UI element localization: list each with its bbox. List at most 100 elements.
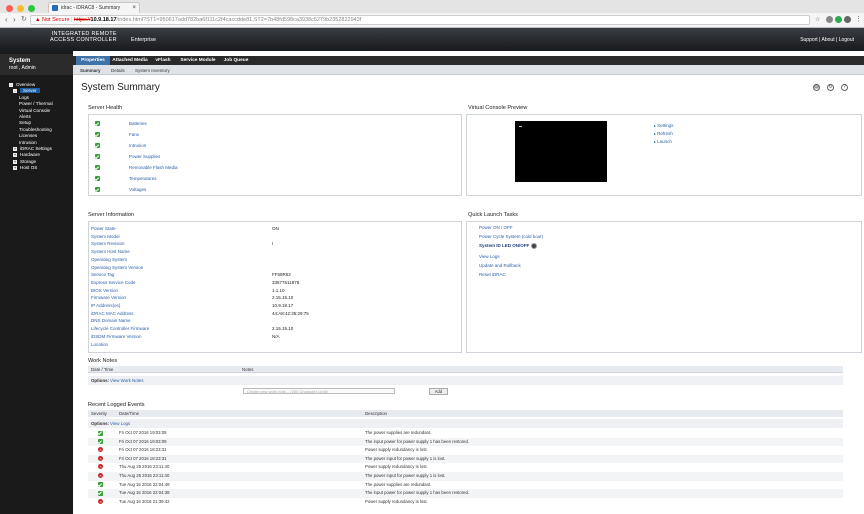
quick-launch-link[interactable]: Update and Rollback <box>479 263 521 268</box>
info-label[interactable]: Location <box>91 342 108 347</box>
status-ok-icon <box>98 482 103 488</box>
health-item-link[interactable]: Fans <box>129 132 139 137</box>
virtual-console-preview[interactable] <box>515 121 607 182</box>
browser-menu-icon[interactable]: ⋮ <box>855 15 862 25</box>
info-label[interactable]: iDSDM Firmware Version <box>91 334 142 339</box>
tab-attached-media[interactable]: Attached Media <box>112 56 148 65</box>
link-separator: | <box>836 37 838 43</box>
info-value: 1.1.10 <box>272 287 285 293</box>
dell-favicon-icon <box>52 5 58 11</box>
minimize-window-icon[interactable] <box>17 5 24 12</box>
info-label[interactable]: BIOS Version <box>91 288 118 293</box>
tab-properties[interactable]: Properties <box>76 56 110 65</box>
sidebar-item-power-thermal[interactable]: Power / Thermal <box>19 101 53 107</box>
collapse-icon[interactable]: - <box>9 82 13 87</box>
sidebar-item-overview[interactable]: - Overview <box>9 82 35 88</box>
sidebar-item-virtual-console[interactable]: Virtual Console <box>19 108 50 114</box>
event-description: Power supply redundancy is lost. <box>365 464 428 470</box>
health-item-link[interactable]: Voltages <box>129 187 146 192</box>
support-link[interactable]: Support <box>800 37 818 43</box>
bookmark-star-icon[interactable]: ☆ <box>815 15 820 25</box>
info-value: I <box>272 241 274 247</box>
status-ok-icon <box>95 132 100 137</box>
refresh-icon[interactable]: ↻ <box>827 84 834 91</box>
print-icon[interactable]: ▤ <box>813 84 820 91</box>
system-header[interactable]: System root , Admin <box>0 54 73 75</box>
sidebar-item-label: Alerts <box>19 114 31 119</box>
date-header: Date/Time <box>119 411 140 416</box>
subtab-summary[interactable]: Summary <box>80 68 101 73</box>
extension-icon-2[interactable] <box>835 16 842 23</box>
quick-launch-link[interactable]: System ID LED ON/OFF <box>479 243 529 248</box>
quick-launch-link[interactable]: Reset iDRAC <box>479 272 506 277</box>
sidebar-item-logs[interactable]: Logs <box>19 95 29 101</box>
add-work-note-button[interactable]: Add <box>429 388 448 395</box>
info-label[interactable]: DNS Domain Name <box>91 318 131 323</box>
quick-launch-link[interactable]: View Logs <box>479 254 500 259</box>
subtab-details[interactable]: Details <box>111 68 125 73</box>
vc-launch-link[interactable]: Launch <box>654 139 672 144</box>
health-item-link[interactable]: Batteries <box>129 121 147 126</box>
info-label[interactable]: Operating System Version <box>91 265 143 270</box>
health-item-link[interactable]: Intrusion <box>129 143 146 148</box>
subtab-system-inventory[interactable]: System Inventory <box>135 68 170 73</box>
sidebar-item-idrac-settings[interactable]: + iDRAC Settings <box>13 146 52 152</box>
tab-service-module[interactable]: Service Module <box>178 56 218 65</box>
event-date: Tue Aug 16 2016 21:39:42 <box>119 498 170 504</box>
sidebar-item-host-os[interactable]: + Host OS <box>13 165 37 171</box>
sidebar-item-troubleshooting[interactable]: Troubleshooting <box>19 127 52 133</box>
info-label[interactable]: IP Address(es) <box>91 303 120 308</box>
tab-close-icon[interactable]: × <box>132 3 136 13</box>
reload-icon[interactable]: ↻ <box>21 15 27 25</box>
sidebar-item-storage[interactable]: + Storage <box>13 159 36 165</box>
sidebar-item-alerts[interactable]: Alerts <box>19 114 31 120</box>
work-note-input[interactable]: Create new work note... (255 Character L… <box>243 388 395 394</box>
info-label[interactable]: System Host Name <box>91 249 130 254</box>
vc-refresh-link[interactable]: Refresh <box>654 131 673 136</box>
extension-icon-3[interactable] <box>844 16 851 23</box>
maximize-window-icon[interactable] <box>28 5 35 12</box>
info-label[interactable]: System Revision <box>91 241 125 246</box>
browser-tab[interactable]: idrac - iDRAC8 - Summary × <box>48 2 140 13</box>
address-bar[interactable]: ▲ Not Secure | https://10.9.18.17/index.… <box>30 15 810 25</box>
tab-vflash[interactable]: vFlash <box>150 56 176 65</box>
info-label[interactable]: Operating System <box>91 257 127 262</box>
work-notes-header: Date / Time Notes <box>88 366 843 373</box>
info-label[interactable]: Firmware Version <box>91 295 126 300</box>
forward-icon[interactable]: › <box>13 15 16 25</box>
info-label[interactable]: Service Tag <box>91 272 114 277</box>
expand-icon[interactable]: + <box>13 146 17 151</box>
expand-icon[interactable]: + <box>13 153 17 158</box>
sidebar-item-intrusion[interactable]: Intrusion <box>19 140 37 146</box>
info-label[interactable]: Lifecycle Controller Firmware <box>91 326 149 331</box>
extension-icon-1[interactable] <box>826 16 833 23</box>
expand-icon[interactable]: + <box>13 159 17 164</box>
quick-launch-link[interactable]: Power Cycle System (cold boot) <box>479 234 543 239</box>
info-label[interactable]: Power State <box>91 226 116 231</box>
info-label[interactable]: iDRAC MAC Address <box>91 311 134 316</box>
sidebar-item-setup[interactable]: Setup <box>19 120 31 126</box>
collapse-icon[interactable]: - <box>13 89 17 94</box>
info-label[interactable]: Express Service Code <box>91 280 136 285</box>
health-item-link[interactable]: Power Supplies <box>129 154 160 159</box>
info-value: 33577611878 <box>272 279 300 285</box>
close-window-icon[interactable] <box>6 5 13 12</box>
expand-icon[interactable]: + <box>13 165 17 170</box>
view-work-notes-link[interactable]: View Work Notes <box>110 376 144 385</box>
help-icon[interactable]: ? <box>841 84 848 91</box>
health-item-link[interactable]: Removable Flash Media <box>129 165 178 170</box>
back-icon[interactable]: ‹ <box>5 15 8 25</box>
sidebar-item-server[interactable]: - Server <box>13 88 40 94</box>
view-logs-link[interactable]: View Logs <box>110 419 130 428</box>
tab-job-queue[interactable]: Job Queue <box>220 56 252 65</box>
info-label[interactable]: System Model <box>91 234 120 239</box>
info-value: 44:A8:42:35:29:75 <box>272 310 309 316</box>
about-link[interactable]: About <box>822 37 835 43</box>
health-item-link[interactable]: Temperatures <box>129 176 157 181</box>
status-ok-icon <box>98 439 103 445</box>
sidebar-item-hardware[interactable]: + Hardware <box>13 152 40 158</box>
sidebar-item-licenses[interactable]: Licenses <box>19 133 37 139</box>
logout-link[interactable]: Logout <box>839 37 854 43</box>
quick-launch-link[interactable]: Power ON / OFF <box>479 225 513 230</box>
vc-settings-link[interactable]: Settings <box>654 123 673 128</box>
